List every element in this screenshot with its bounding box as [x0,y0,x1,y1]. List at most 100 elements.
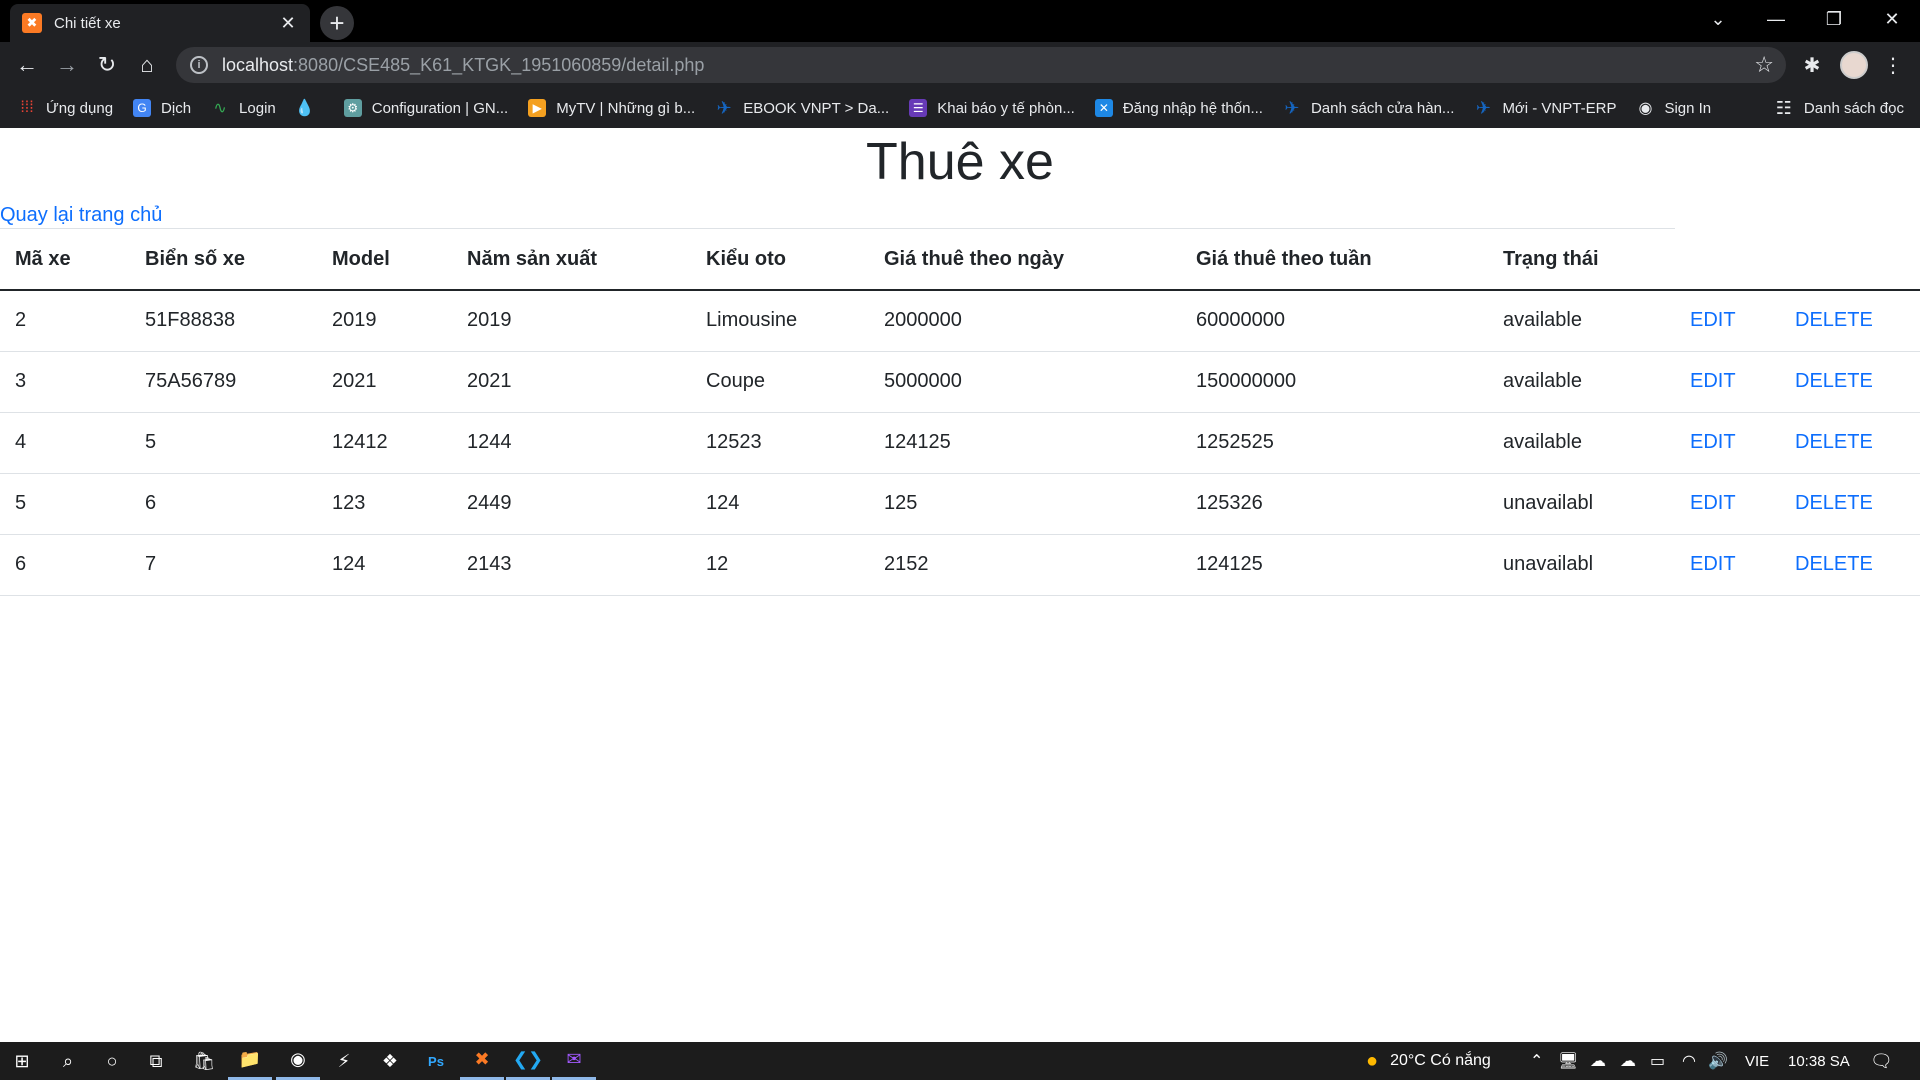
vnpt-icon: ✈ [1475,97,1491,118]
window-close-button[interactable]: ✕ [1864,0,1920,38]
photoshop-icon[interactable]: Ps [414,1042,458,1080]
bookmark-item[interactable]: G Dịch [133,99,191,117]
sun-icon: ● [1366,1049,1379,1072]
vscode-icon[interactable]: ❮❯ [506,1042,550,1080]
chrome-icon[interactable]: ◉ [276,1042,320,1080]
tab-active[interactable]: ✖ Chi tiết xe ✕ [10,4,310,42]
restore-button[interactable]: ❐ [1806,0,1862,38]
notification-icon[interactable]: 🗨 [1870,1042,1893,1080]
bookmark-item[interactable]: ☰ Khai báo y tế phòn... [909,99,1075,117]
tab-strip: ✖ Chi tiết xe ✕ + ⌄ — ❐ ✕ [0,0,1920,42]
windows-taskbar: ⊞ ⌕ ○ ⧉ 🛍 📁 ◉ ⚡ ❖ Ps ✖ ❮❯ ✉ ● 20°C Có nắ… [0,1042,1920,1080]
chevron-up-icon[interactable]: ⌃ [1530,1042,1543,1080]
table-cell: 6 [0,534,130,596]
windows-start-icon[interactable]: ⊞ [0,1042,44,1080]
bookmark-item[interactable]: ⁞⁞⁞ Ứng dụng [18,99,113,117]
edit-link[interactable]: EDIT [1690,492,1736,514]
volume-icon[interactable]: 🔊 [1708,1042,1728,1080]
bookmark-item[interactable]: ▶ MyTV | Những gì b... [528,99,695,117]
bookmark-item[interactable]: ✈ EBOOK VNPT > Da... [715,97,890,118]
weather-widget[interactable]: ● 20°C Có nắng [1366,1042,1491,1080]
bookmark-star-icon[interactable]: ☆ [1754,52,1774,78]
bookmark-item[interactable]: ⚙ Configuration | GN... [343,99,508,117]
cortana-icon[interactable]: ○ [90,1042,134,1080]
network-icon[interactable]: 🖥 [1558,1042,1578,1080]
column-header: Biển số xe [130,229,317,291]
table-cell: 4 [0,412,130,474]
table-cell: 2143 [452,534,691,596]
cloud-icon[interactable]: ☁ [1620,1042,1636,1080]
bookmark-item[interactable]: ∿ Login [211,99,275,118]
page-title: Thuê xe [866,133,1054,191]
table-cell: available [1488,412,1675,474]
menu-kebab-icon[interactable]: ⋮ [1878,50,1908,80]
table-cell: 124 [317,534,452,596]
table-cell: EDIT [1675,473,1780,535]
bookmark-item[interactable]: ◉ Sign In [1636,99,1711,118]
edit-link[interactable]: EDIT [1690,309,1736,331]
battery-icon[interactable]: ▭ [1650,1042,1665,1080]
messenger-icon[interactable]: ✉ [552,1042,596,1080]
file-explorer-icon[interactable]: 📁 [228,1042,272,1080]
delete-link[interactable]: DELETE [1795,553,1873,575]
chevron-down-icon[interactable]: ⌄ [1690,0,1746,38]
delete-link[interactable]: DELETE [1795,431,1873,453]
task-view-icon[interactable]: ⧉ [134,1042,178,1080]
table-cell: 2449 [452,473,691,535]
home-icon[interactable]: ⌂ [132,50,162,80]
xampp-icon[interactable]: ✖ [460,1042,504,1080]
table-cell: 60000000 [1181,290,1488,352]
home-link[interactable]: Quay lại trang chủ [0,204,162,227]
table-cell: 125326 [1181,473,1488,535]
back-arrow-icon[interactable]: ← [12,50,42,80]
table-cell: 51F88838 [130,290,317,352]
extensions-puzzle-icon[interactable]: ✱ [1796,50,1828,80]
column-header-empty [1675,229,1780,291]
table-cell: 2021 [452,351,691,413]
bookmark-item[interactable]: ✈ Danh sách cửa hàn... [1283,98,1454,118]
close-icon[interactable]: ✕ [278,13,298,34]
forward-arrow-icon[interactable]: → [52,50,82,80]
bookmark-item[interactable]: 💧 [295,99,324,117]
table-cell: 125 [869,473,1181,535]
wifi-icon[interactable]: ◠ [1682,1042,1696,1080]
clock[interactable]: 10:38 SA [1788,1042,1850,1080]
language-indicator[interactable]: VIE [1745,1042,1769,1080]
table-cell: 1244 [452,412,691,474]
table-cell: 12523 [691,412,869,474]
bookmark-item[interactable]: ✈ Mới - VNPT-ERP [1474,97,1617,118]
app-icon[interactable]: ❖ [368,1042,412,1080]
delete-link[interactable]: DELETE [1795,492,1873,514]
reload-icon[interactable]: ↻ [92,50,122,80]
info-icon[interactable]: i [190,56,208,74]
delete-link[interactable]: DELETE [1795,309,1873,331]
onedrive-icon[interactable]: ☁ [1590,1042,1606,1080]
vnpt-icon: ✈ [716,97,732,118]
mytv-icon: ▶ [528,99,547,117]
table-cell: 2019 [452,290,691,352]
table-cell: 124125 [869,412,1181,474]
table-cell: available [1488,290,1675,352]
table-cell: Limousine [691,290,869,352]
profile-avatar[interactable] [1838,50,1870,80]
store-icon[interactable]: 🛍 [182,1042,226,1080]
app-icon[interactable]: ⚡ [322,1042,366,1080]
edit-link[interactable]: EDIT [1690,431,1736,453]
minimize-button[interactable]: — [1748,0,1804,38]
x-logo-icon: ✕ [1094,99,1113,117]
table-row: 2 51F88838 2019 2019 Limousine 2000000 6000000… [0,290,1920,352]
new-tab-button[interactable]: + [320,6,354,40]
table-cell: 123 [317,473,452,535]
config-icon: ⚙ [343,99,362,117]
address-bar[interactable]: i localhost :8080/CSE485_K61_KTGK_195106… [176,47,1786,83]
search-icon[interactable]: ⌕ [46,1042,90,1080]
table-cell: 12 [691,534,869,596]
bookmark-item[interactable]: ✕ Đăng nhập hệ thốn... [1094,99,1263,117]
edit-link[interactable]: EDIT [1690,370,1736,392]
delete-link[interactable]: DELETE [1795,370,1873,392]
table-cell: available [1488,351,1675,413]
table-cell: 7 [130,534,317,596]
edit-link[interactable]: EDIT [1690,553,1736,575]
reading-list-button[interactable]: ☷ Danh sách đọc [1776,88,1904,128]
table-cell: DELETE [1780,351,1920,413]
